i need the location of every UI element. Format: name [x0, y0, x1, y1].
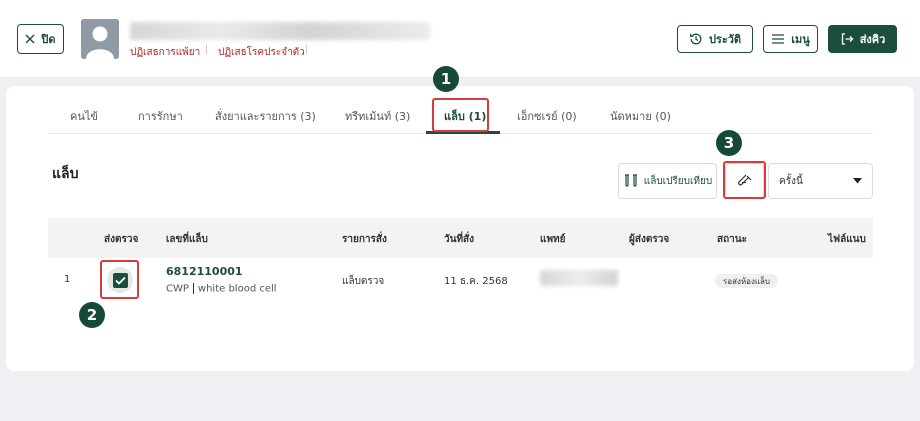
compare-lab-label: แล็บเปรียบเทียบ — [643, 175, 713, 187]
step-marker-2: 2 — [79, 302, 105, 328]
history-button-label: ประวัติ — [708, 33, 742, 46]
send-lab-checkbox[interactable] — [107, 267, 133, 293]
step-marker-3: 3 — [716, 130, 742, 156]
tab-treatments[interactable]: ทรีทเม้นท์ (3) — [345, 107, 410, 125]
lab-section-title: แล็บ — [52, 166, 79, 182]
chronic-disease-status: ปฏิเสธโรคประจำตัว — [218, 47, 305, 58]
menu-button[interactable]: เมนู — [763, 25, 818, 53]
doctor-name-redacted — [540, 270, 618, 286]
close-icon — [25, 34, 35, 44]
lab-test-description: CWP white blood cell — [166, 283, 277, 295]
col-attachment: ไฟล์แนบ — [828, 234, 866, 245]
tab-appointment[interactable]: นัดหมาย (0) — [610, 107, 671, 125]
lab-test-code: CWP — [166, 283, 189, 295]
separator: | — [205, 45, 209, 55]
col-order-date: วันที่สั่ง — [444, 234, 475, 245]
close-button-label: ปิด — [41, 33, 56, 46]
send-queue-button[interactable]: ส่งคิว — [828, 25, 897, 53]
avatar — [81, 19, 119, 59]
compare-lab-button[interactable]: แล็บเปรียบเทียบ — [618, 163, 717, 199]
lab-number-link[interactable]: 6812110001 — [166, 265, 243, 278]
col-lab-number: เลขที่แล็บ — [166, 234, 208, 245]
drug-allergy-status: ปฏิเสธการแพ้ยา — [130, 47, 201, 58]
lab-table-header: ส่งตรวจ เลขที่แล็บ รายการสั่ง วันที่สั่ง… — [48, 218, 873, 258]
close-button[interactable]: ปิด — [17, 24, 64, 54]
col-doctor: แพทย์ — [540, 234, 566, 245]
tab-treatment[interactable]: การรักษา — [138, 107, 183, 125]
patient-name-redacted — [130, 22, 430, 40]
hamburger-icon — [772, 34, 785, 44]
col-status: สถานะ — [717, 234, 747, 245]
tab-xray[interactable]: เอ็กซเรย์ (0) — [517, 107, 577, 125]
step-marker-1: 1 — [433, 66, 459, 92]
visit-filter-select[interactable]: ครั้งนี้ — [768, 163, 873, 199]
row-index: 1 — [64, 274, 71, 285]
tab-orders[interactable]: สั่งยาและรายการ (3) — [215, 107, 316, 125]
send-lab-button[interactable] — [725, 163, 764, 199]
status-badge: รอส่งห้องแล็บ — [715, 274, 779, 288]
col-send-check: ส่งตรวจ — [104, 234, 139, 245]
tab-patient[interactable]: คนไข้ — [70, 107, 98, 125]
menu-button-label: เมนู — [791, 33, 810, 46]
test-tube-icon — [737, 174, 751, 186]
divider — [192, 283, 194, 294]
history-button[interactable]: ประวัติ — [677, 25, 753, 53]
tab-bar: คนไข้ การรักษา สั่งยาและรายการ (3) ทรีทเ… — [48, 97, 873, 134]
separator: | — [305, 45, 309, 55]
lab-test-name: white blood cell — [197, 283, 277, 295]
check-icon — [114, 276, 126, 285]
patient-header: ปิด ปฏิเสธการแพ้ยา | ปฏิเสธโรคประจำตัว |… — [0, 0, 920, 78]
visit-filter-value: ครั้งนี้ — [779, 175, 803, 187]
history-icon — [689, 33, 702, 45]
test-tubes-icon — [624, 174, 637, 187]
row-order-item: แล็บตรวจ — [342, 276, 385, 287]
checkbox-checked — [112, 272, 128, 288]
logout-arrow-icon — [841, 33, 854, 45]
active-tab-indicator — [426, 131, 500, 134]
col-order-item: รายการสั่ง — [342, 234, 387, 245]
row-order-date: 11 ธ.ค. 2568 — [444, 276, 508, 287]
tab-lab[interactable]: แล็บ (1) — [444, 107, 486, 125]
col-sender: ผู้ส่งตรวจ — [629, 234, 670, 245]
caret-down-icon — [853, 178, 862, 184]
user-icon — [81, 19, 119, 59]
send-queue-label: ส่งคิว — [859, 33, 886, 46]
